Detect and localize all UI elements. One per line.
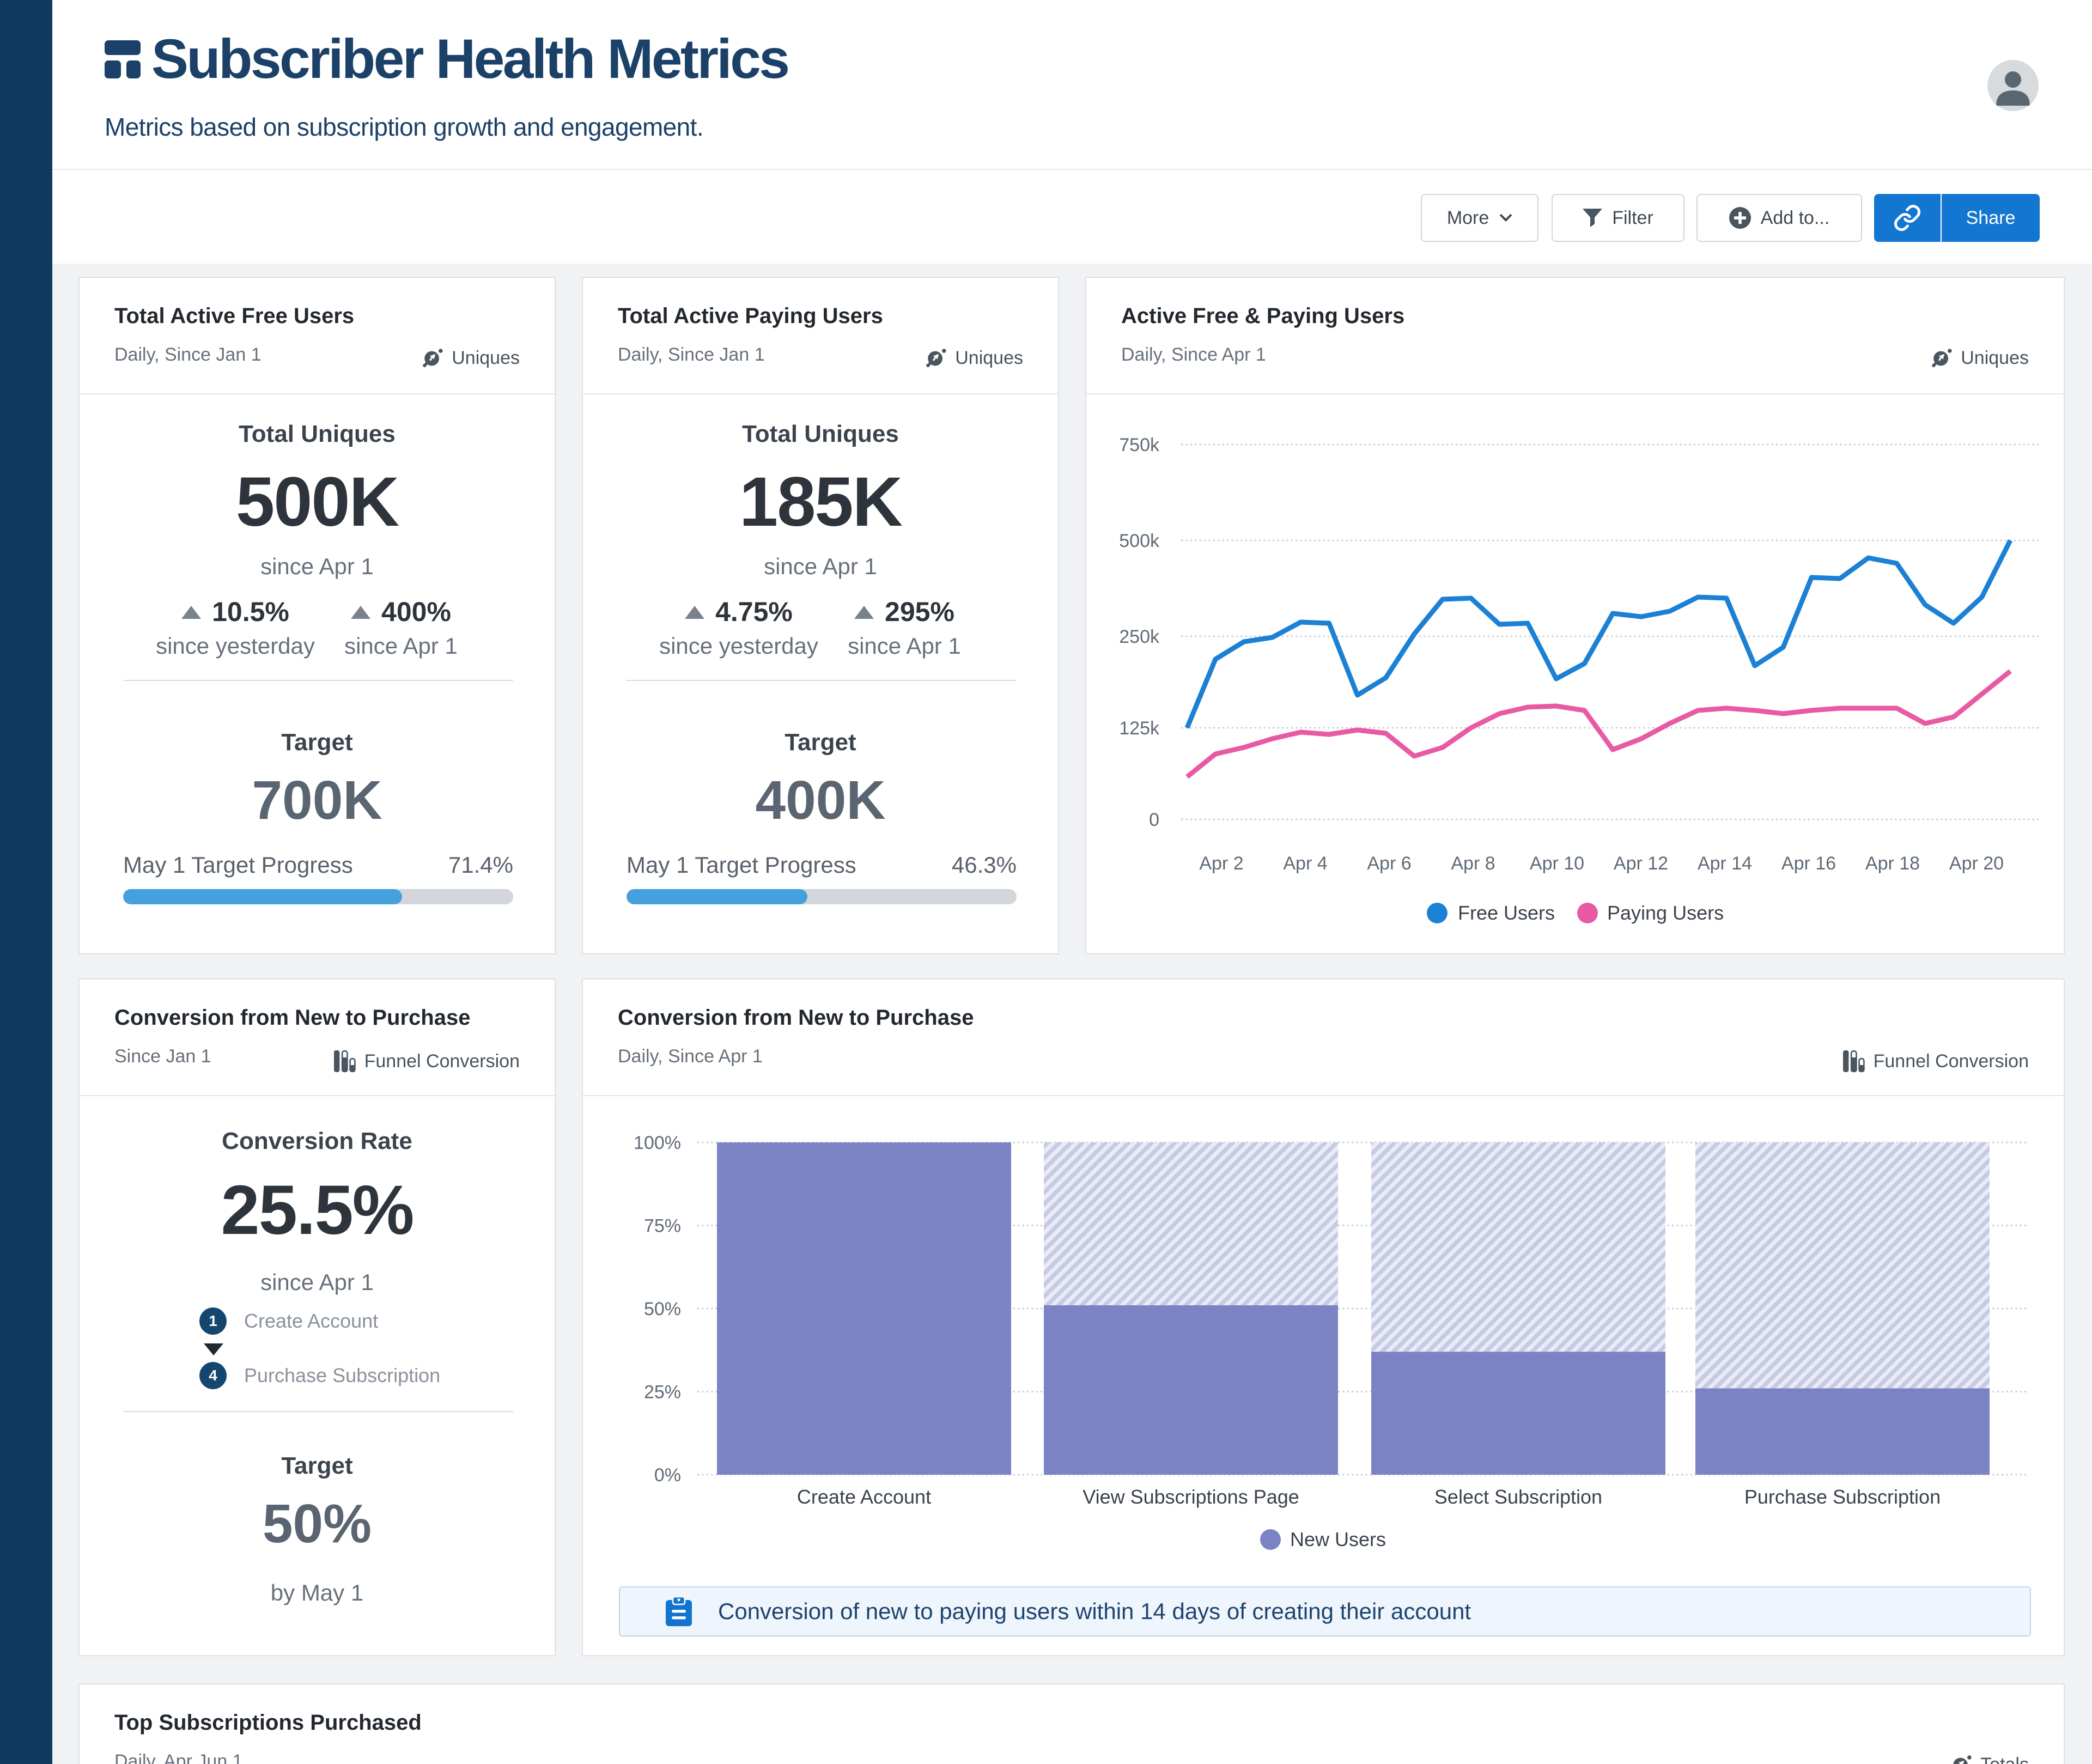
svg-text:50%: 50% <box>644 1299 681 1319</box>
svg-text:Apr 6: Apr 6 <box>1367 853 1411 874</box>
svg-text:Apr 10: Apr 10 <box>1530 853 1584 874</box>
svg-text:750k: 750k <box>1119 435 1160 455</box>
svg-text:Apr 14: Apr 14 <box>1698 853 1752 874</box>
svg-text:250k: 250k <box>1119 626 1160 647</box>
svg-text:0: 0 <box>1149 810 1159 830</box>
svg-text:Apr 12: Apr 12 <box>1614 853 1668 874</box>
svg-text:Create Account: Create Account <box>797 1486 931 1508</box>
svg-text:Apr 16: Apr 16 <box>1781 853 1836 874</box>
svg-text:0%: 0% <box>654 1465 681 1486</box>
svg-text:Apr 20: Apr 20 <box>1949 853 2004 874</box>
svg-text:Free Users: Free Users <box>1458 902 1555 924</box>
svg-text:Apr 2: Apr 2 <box>1199 853 1243 874</box>
svg-text:500k: 500k <box>1119 531 1160 551</box>
svg-text:125k: 125k <box>1119 718 1160 739</box>
svg-text:Apr 18: Apr 18 <box>1865 853 1920 874</box>
svg-text:Apr 4: Apr 4 <box>1283 853 1327 874</box>
svg-text:Apr 8: Apr 8 <box>1451 853 1495 874</box>
svg-text:Paying Users: Paying Users <box>1607 902 1724 924</box>
svg-text:Select Subscription: Select Subscription <box>1434 1486 1602 1508</box>
svg-text:Purchase Subscription: Purchase Subscription <box>1744 1486 1941 1508</box>
svg-text:75%: 75% <box>644 1216 681 1237</box>
svg-text:25%: 25% <box>644 1382 681 1403</box>
svg-text:New Users: New Users <box>1290 1528 1386 1550</box>
svg-text:View Subscriptions Page: View Subscriptions Page <box>1083 1486 1299 1508</box>
svg-text:100%: 100% <box>634 1133 681 1153</box>
